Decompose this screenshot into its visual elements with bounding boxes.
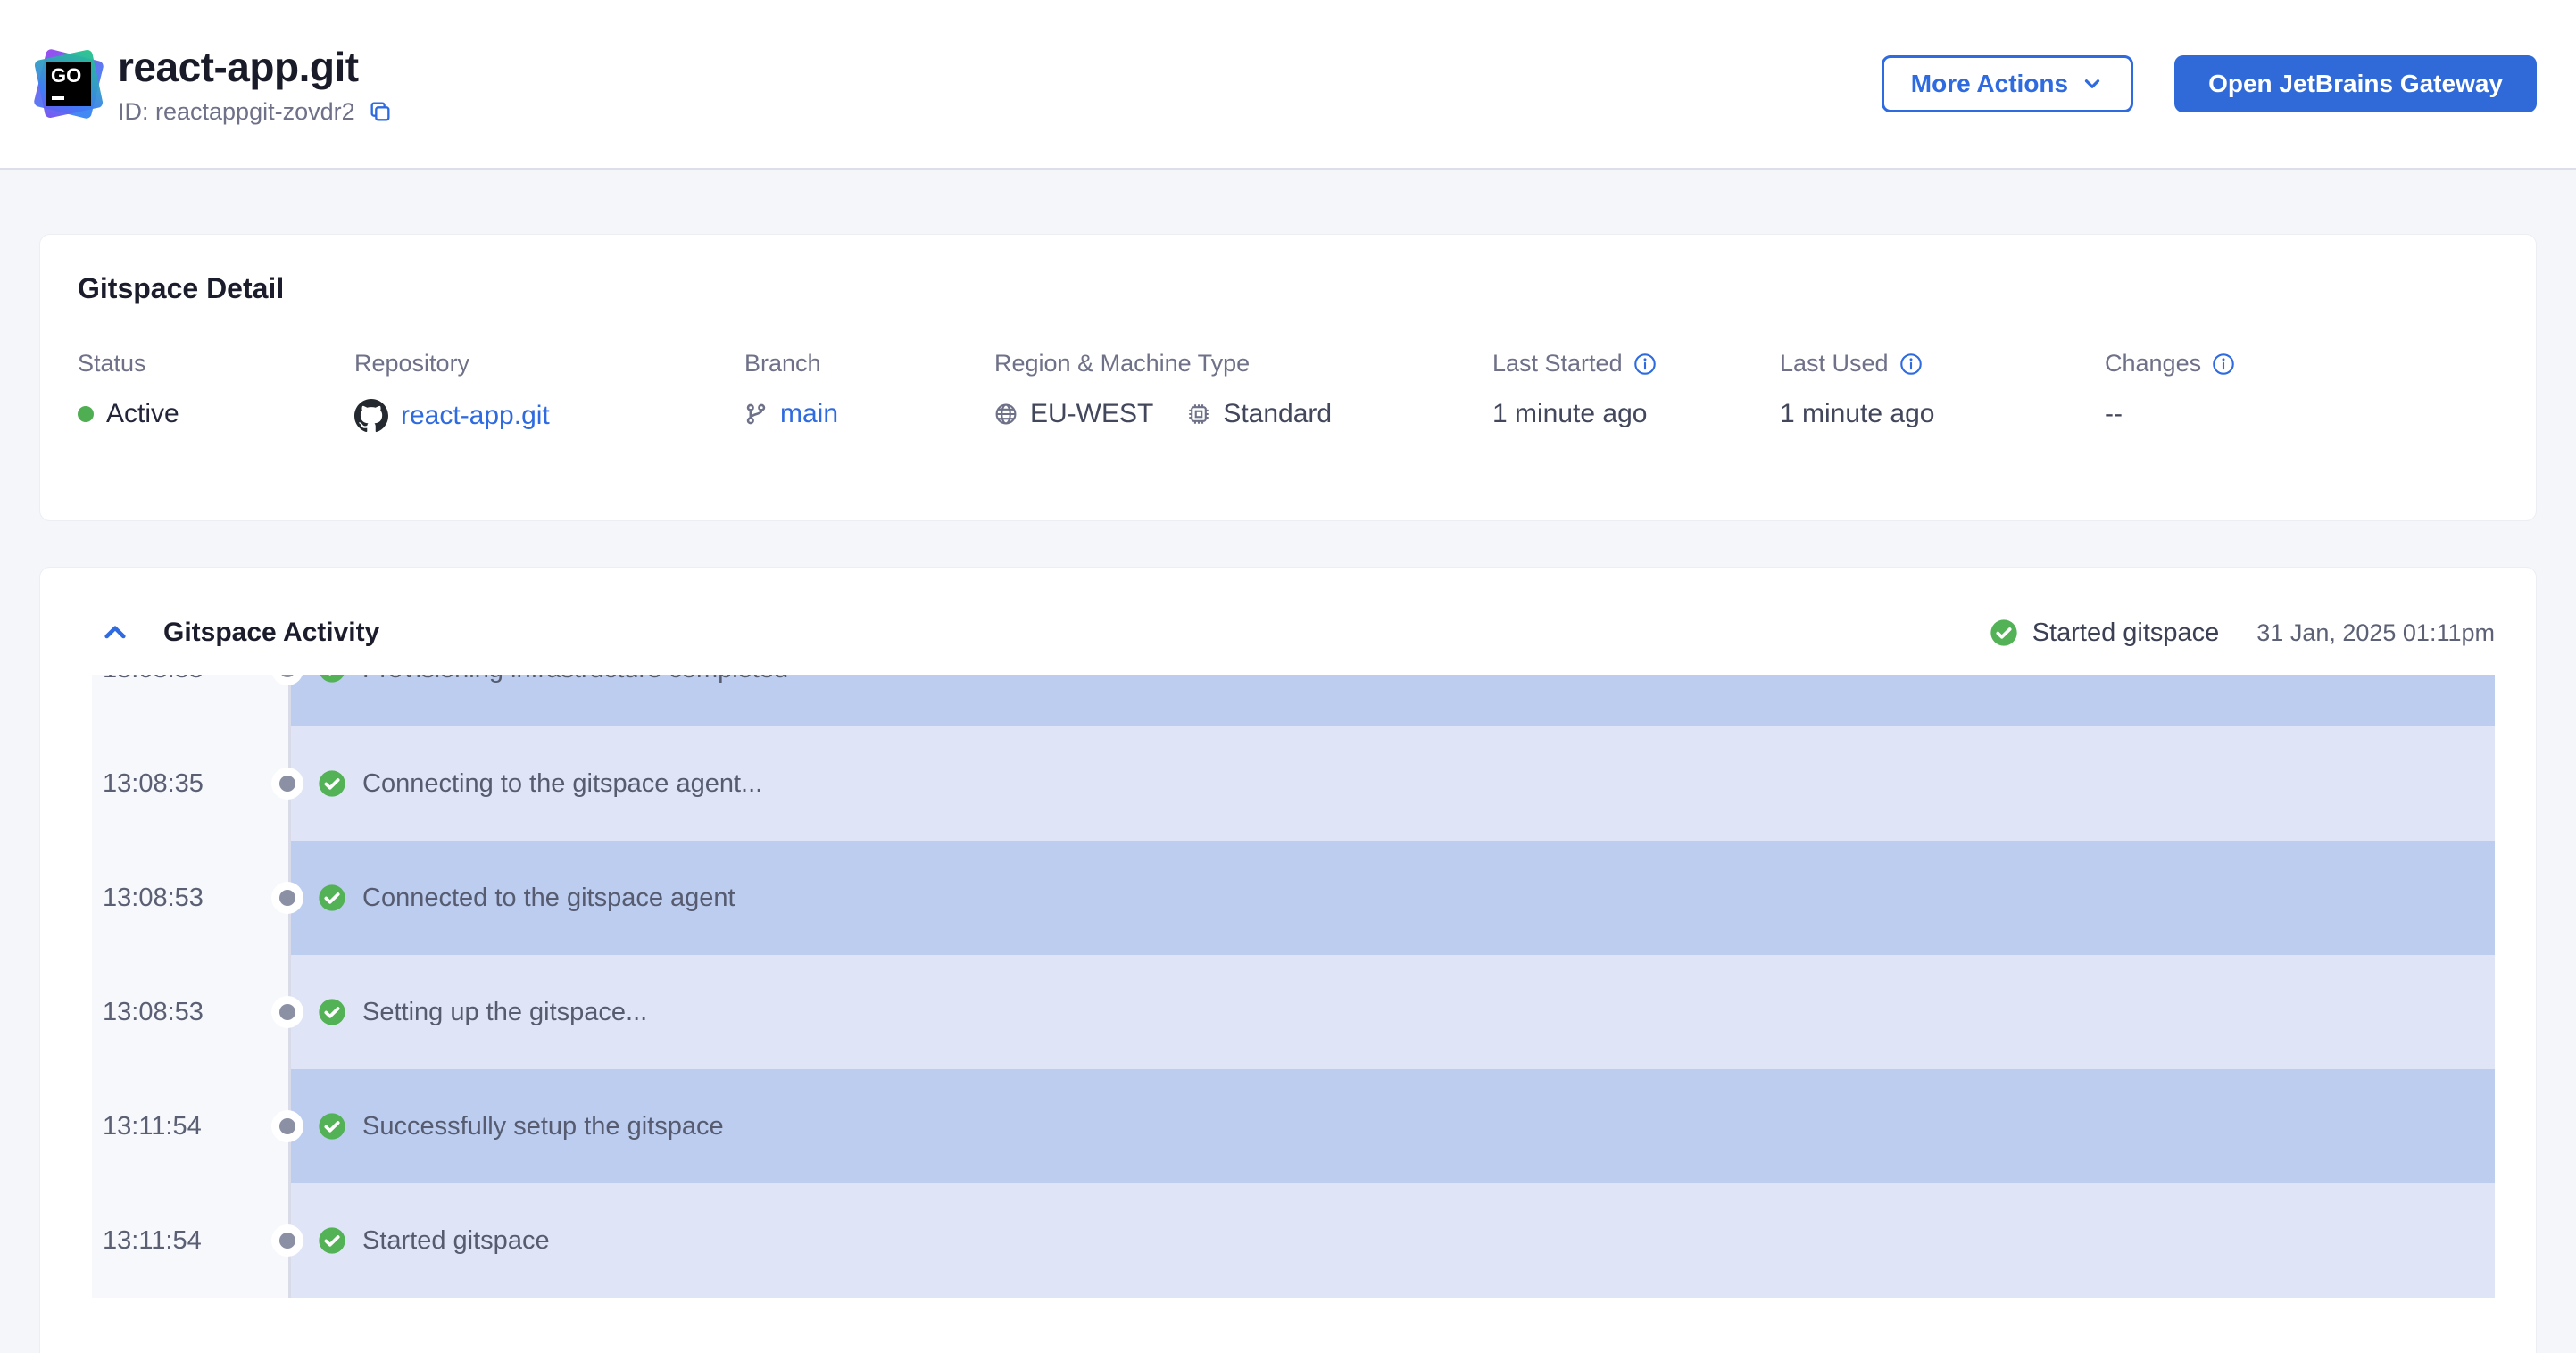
last-started-label: Last Started bbox=[1492, 350, 1623, 377]
last-used-value: 1 minute ago bbox=[1780, 399, 1935, 428]
activity-log-viewer[interactable]: 13:08:35 Provisioning infrastructure com… bbox=[92, 675, 2495, 1298]
page-title: react-app.git bbox=[118, 43, 359, 90]
open-gateway-label: Open JetBrains Gateway bbox=[2208, 70, 2503, 97]
log-time: 13:08:53 bbox=[92, 841, 288, 955]
machine-type-value: Standard bbox=[1223, 399, 1333, 428]
log-row: 13:08:35 Provisioning infrastructure com… bbox=[92, 675, 2495, 726]
log-message: Started gitspace bbox=[362, 1225, 550, 1255]
log-row: 13:11:54 Successfully setup the gitspace bbox=[92, 1069, 2495, 1183]
log-time: 13:08:35 bbox=[92, 675, 288, 726]
branch-label: Branch bbox=[744, 350, 821, 377]
check-circle-icon bbox=[319, 999, 345, 1025]
field-status: Status Active bbox=[78, 350, 354, 433]
info-icon[interactable] bbox=[1633, 353, 1657, 376]
check-circle-icon bbox=[1990, 619, 2017, 646]
log-message: Connected to the gitspace agent bbox=[362, 883, 735, 912]
field-region-machine: Region & Machine Type EU-WEST Standard bbox=[994, 350, 1492, 433]
log-row: 13:08:35 Connecting to the gitspace agen… bbox=[92, 726, 2495, 841]
gitspace-activity-card: Gitspace Activity Started gitspace 31 Ja… bbox=[39, 567, 2537, 1353]
git-branch-icon bbox=[746, 403, 766, 425]
region-machine-label: Region & Machine Type bbox=[994, 350, 1251, 377]
log-row: 13:11:54 Started gitspace bbox=[92, 1183, 2495, 1298]
branch-link[interactable]: main bbox=[780, 399, 838, 429]
status-label: Status bbox=[78, 350, 146, 377]
status-value: Active bbox=[106, 399, 179, 428]
collapse-chevron-up-icon[interactable] bbox=[101, 618, 129, 647]
field-changes: Changes -- bbox=[2105, 350, 2235, 433]
more-actions-label: More Actions bbox=[1910, 70, 2069, 97]
check-circle-icon bbox=[319, 770, 345, 797]
last-started-value: 1 minute ago bbox=[1492, 399, 1648, 428]
log-message: Successfully setup the gitspace bbox=[362, 1111, 724, 1141]
log-message: Setting up the gitspace... bbox=[362, 997, 648, 1026]
chevron-down-icon bbox=[2084, 79, 2100, 88]
machine-type-icon bbox=[1189, 404, 1209, 424]
repository-label: Repository bbox=[354, 350, 470, 377]
detail-card-title: Gitspace Detail bbox=[78, 272, 285, 304]
gitspace-id: ID: reactappgit-zovdr2 bbox=[118, 97, 355, 125]
goland-logo-text: GO bbox=[51, 64, 82, 87]
more-actions-button[interactable]: More Actions bbox=[1881, 55, 2134, 112]
log-time: 13:11:54 bbox=[92, 1183, 288, 1298]
log-time: 13:08:53 bbox=[92, 955, 288, 1069]
field-last-started: Last Started 1 minute ago bbox=[1492, 350, 1780, 433]
repository-link[interactable]: react-app.git bbox=[401, 401, 550, 431]
log-time: 13:11:54 bbox=[92, 1069, 288, 1183]
log-row: 13:08:53 Connected to the gitspace agent bbox=[92, 841, 2495, 955]
info-icon[interactable] bbox=[2212, 353, 2235, 376]
info-icon[interactable] bbox=[1899, 353, 1923, 376]
log-message: Connecting to the gitspace agent... bbox=[362, 768, 763, 798]
field-branch: Branch main bbox=[744, 350, 994, 433]
globe-icon bbox=[995, 403, 1017, 425]
top-bar: GO react-app.git ID: reactappgit-zovdr2 … bbox=[0, 0, 2576, 170]
goland-logo-icon: GO bbox=[32, 47, 105, 120]
open-jetbrains-gateway-button[interactable]: Open JetBrains Gateway bbox=[2174, 55, 2537, 112]
log-row: 13:08:53 Setting up the gitspace... bbox=[92, 955, 2495, 1069]
last-used-label: Last Used bbox=[1780, 350, 1889, 377]
field-last-used: Last Used 1 minute ago bbox=[1780, 350, 2105, 433]
status-active-dot-icon bbox=[78, 406, 94, 422]
copy-icon[interactable] bbox=[368, 99, 393, 124]
log-message: Provisioning infrastructure completed bbox=[362, 675, 788, 685]
github-icon bbox=[354, 399, 388, 433]
changes-label: Changes bbox=[2105, 350, 2202, 377]
log-time: 13:08:35 bbox=[92, 726, 288, 841]
check-circle-icon bbox=[319, 884, 345, 911]
changes-value: -- bbox=[2105, 399, 2123, 428]
check-circle-icon bbox=[319, 1113, 345, 1140]
region-value: EU-WEST bbox=[1030, 399, 1154, 428]
check-circle-icon bbox=[319, 1227, 345, 1254]
check-circle-icon bbox=[320, 675, 345, 683]
activity-card-title: Gitspace Activity bbox=[163, 618, 380, 647]
activity-timestamp: 31 Jan, 2025 01:11pm bbox=[2256, 618, 2495, 646]
activity-status-text: Started gitspace bbox=[2032, 618, 2220, 647]
gitspace-detail-card: Gitspace Detail Status Active Repository… bbox=[39, 234, 2537, 521]
field-repository: Repository react-app.git bbox=[354, 350, 744, 433]
